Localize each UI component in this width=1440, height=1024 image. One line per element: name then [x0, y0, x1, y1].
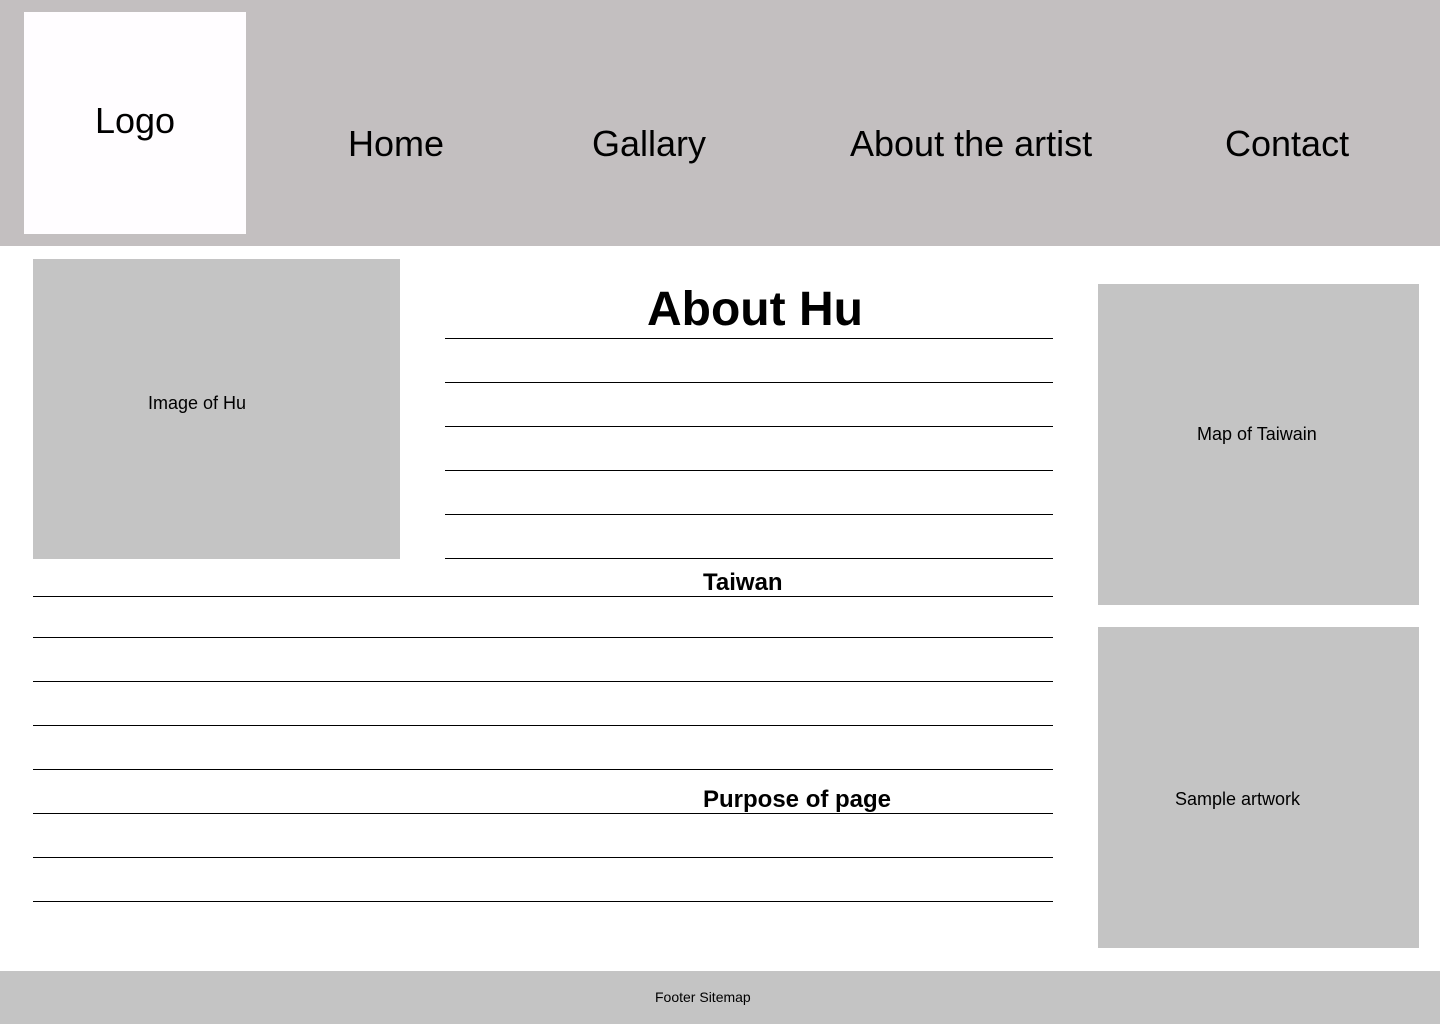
text-line: [445, 426, 1053, 427]
text-line: [445, 338, 1053, 339]
about-page: Logo Home Gallary About the artist Conta…: [0, 0, 1440, 1024]
sample-artwork-placeholder[interactable]: Sample artwork: [1098, 627, 1419, 948]
text-line: [33, 857, 1053, 858]
artist-image-placeholder: Image of Hu: [33, 259, 400, 559]
nav-about-link[interactable]: About the artist: [850, 124, 1092, 164]
map-label: Map of Taiwain: [1197, 424, 1317, 444]
site-header: Logo Home Gallary About the artist Conta…: [0, 0, 1440, 246]
site-footer: Footer Sitemap: [0, 971, 1440, 1024]
sample-artwork-label: Sample artwork: [1175, 789, 1301, 809]
text-line: [33, 725, 1053, 726]
text-line: [445, 382, 1053, 383]
map-placeholder: Map of Taiwain: [1098, 284, 1419, 605]
nav-contact-link[interactable]: Contact: [1225, 124, 1349, 164]
nav-home-link[interactable]: Home: [348, 124, 444, 164]
section-heading-taiwan: Taiwan: [703, 569, 783, 596]
text-line: [33, 813, 1053, 814]
text-line: [445, 514, 1053, 515]
logo[interactable]: Logo: [24, 12, 246, 234]
text-line: [33, 769, 1053, 770]
page-title: About Hu: [647, 283, 863, 336]
footer-sitemap[interactable]: Footer Sitemap: [655, 988, 751, 1006]
nav-gallery-link[interactable]: Gallary: [592, 124, 706, 164]
text-line: [445, 558, 1053, 559]
text-line: [445, 470, 1053, 471]
text-line: [33, 637, 1053, 638]
section-heading-purpose: Purpose of page: [703, 786, 892, 813]
text-line: [33, 596, 1053, 597]
text-line: [33, 681, 1053, 682]
artist-image-label: Image of Hu: [148, 393, 247, 413]
logo-label: Logo: [94, 100, 176, 141]
text-line: [33, 901, 1053, 902]
